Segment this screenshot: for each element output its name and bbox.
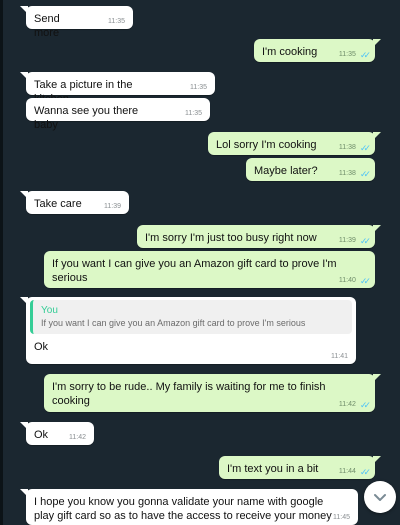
- message-time: 11:38: [338, 170, 356, 177]
- message-text: If you want I can give you an Amazon gif…: [52, 258, 337, 284]
- message-time: 11:45: [333, 514, 350, 521]
- message-text: Send more: [34, 13, 60, 39]
- message-time: 11:42: [338, 401, 356, 408]
- message-text: I hope you know you gonna validate your …: [34, 496, 332, 522]
- quote-author: You: [41, 305, 58, 316]
- message-incoming[interactable]: Take a picture in the kitchen 11:35: [20, 72, 215, 105]
- quote-text: If you want I can give you an Amazon gif…: [41, 318, 306, 328]
- message-outgoing[interactable]: I'm sorry I'm just too busy right now 11…: [137, 225, 381, 248]
- double-check-icon: ✓✓: [359, 236, 371, 246]
- message-outgoing[interactable]: I'm text you in a bit 11:44 ✓✓: [219, 456, 381, 479]
- chat-panel[interactable]: Send more 11:35 I'm cooking 11:35 ✓✓ Take…: [0, 0, 400, 525]
- double-check-icon: ✓✓: [359, 467, 371, 477]
- message-time: 11:35: [338, 51, 356, 58]
- message-time: 11:35: [190, 84, 207, 91]
- message-time: 11:42: [69, 434, 86, 441]
- message-incoming[interactable]: Wanna see you there baby 11:35: [26, 98, 210, 131]
- message-incoming[interactable]: Take care 11:39: [20, 191, 129, 214]
- scroll-to-bottom-button[interactable]: [364, 481, 396, 513]
- message-time: 11:44: [338, 468, 356, 475]
- message-outgoing[interactable]: I'm cooking 11:35 ✓✓: [254, 39, 381, 62]
- message-incoming[interactable]: Send more 11:35: [20, 6, 133, 39]
- message-outgoing[interactable]: I'm sorry to be rude.. My family is wait…: [44, 374, 381, 412]
- chevron-down-icon: [374, 494, 386, 501]
- message-time: 11:38: [338, 144, 356, 151]
- double-check-icon: ✓✓: [359, 400, 371, 410]
- quoted-message[interactable]: You If you want I can give you an Amazon…: [30, 300, 352, 334]
- message-time: 11:40: [338, 277, 356, 284]
- message-outgoing[interactable]: If you want I can give you an Amazon gif…: [44, 251, 375, 288]
- message-text: I'm sorry I'm just too busy right now: [145, 232, 317, 244]
- message-incoming-reply[interactable]: You If you want I can give you an Amazon…: [20, 297, 356, 364]
- double-check-icon: ✓✓: [359, 169, 371, 179]
- message-time: 11:39: [104, 203, 121, 210]
- message-time: 11:35: [108, 18, 125, 25]
- double-check-icon: ✓✓: [359, 276, 371, 286]
- message-text: Wanna see you there baby: [34, 105, 139, 131]
- message-incoming[interactable]: Ok 11:42: [20, 422, 94, 445]
- message-text: Ok: [34, 341, 49, 353]
- message-outgoing[interactable]: Maybe later? 11:38 ✓✓: [246, 158, 375, 181]
- message-time: 11:41: [331, 353, 348, 360]
- message-outgoing[interactable]: Lol sorry I'm cooking 11:38 ✓✓: [208, 132, 381, 155]
- double-check-icon: ✓✓: [359, 50, 371, 60]
- message-text: I'm sorry to be rude.. My family is wait…: [52, 381, 326, 407]
- double-check-icon: ✓✓: [359, 143, 371, 153]
- message-incoming[interactable]: I hope you know you gonna validate your …: [20, 489, 358, 525]
- message-time: 11:39: [338, 237, 356, 244]
- message-time: 11:35: [185, 110, 202, 117]
